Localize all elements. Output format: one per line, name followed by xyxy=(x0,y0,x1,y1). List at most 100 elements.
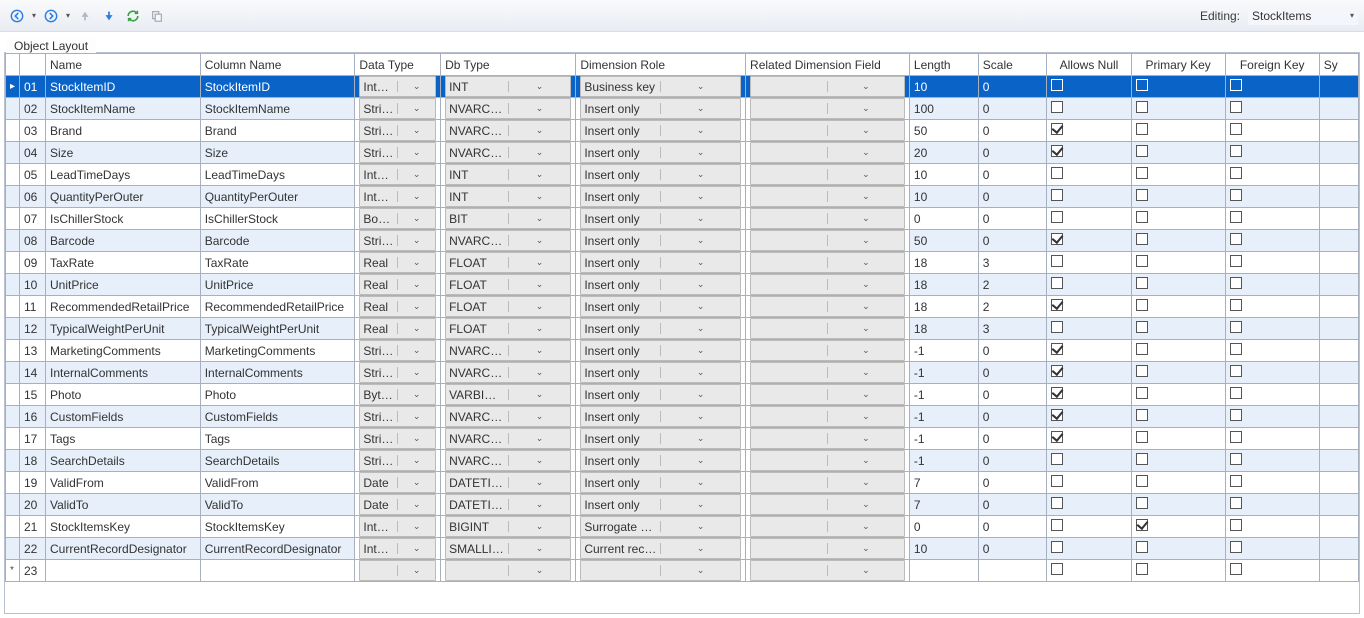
cell-sy[interactable] xyxy=(1319,186,1358,208)
cell-scale[interactable]: 0 xyxy=(978,406,1047,428)
cell-dimension-role[interactable]: Insert only⌄ xyxy=(576,142,746,164)
cell-db-type[interactable]: FLOAT⌄ xyxy=(441,296,576,318)
cell-sy[interactable] xyxy=(1319,142,1358,164)
cell-dimension-role[interactable]: Insert only⌄ xyxy=(576,230,746,252)
cell-db-type[interactable]: NVARCHAR(MAX)⌄ xyxy=(441,362,576,384)
col-related-dimension-field[interactable]: Related Dimension Field xyxy=(746,54,910,76)
cell-foreign-key[interactable] xyxy=(1225,208,1319,230)
cell-data-type[interactable]: Real⌄ xyxy=(355,318,441,340)
editing-object-dropdown[interactable]: StockItems ▾ xyxy=(1248,7,1358,25)
cell-foreign-key[interactable] xyxy=(1225,120,1319,142)
cell-foreign-key[interactable] xyxy=(1225,252,1319,274)
cell-related-dimension-field[interactable]: ⌄ xyxy=(746,494,910,516)
cell-sy[interactable] xyxy=(1319,362,1358,384)
cell-foreign-key[interactable] xyxy=(1225,274,1319,296)
cell-column-name[interactable]: UnitPrice xyxy=(200,274,355,296)
cell-related-dimension-field[interactable]: ⌄ xyxy=(746,296,910,318)
cell-primary-key[interactable] xyxy=(1131,120,1225,142)
cell-name[interactable]: MarketingComments xyxy=(46,340,201,362)
cell-dimension-role[interactable]: Insert only⌄ xyxy=(576,340,746,362)
cell-dimension-role[interactable]: Insert only⌄ xyxy=(576,472,746,494)
cell-data-type[interactable]: Integer⌄ xyxy=(355,516,441,538)
cell-allows-null[interactable] xyxy=(1047,186,1131,208)
grid-container[interactable]: Name Column Name Data Type Db Type Dimen… xyxy=(5,53,1359,613)
cell-length[interactable] xyxy=(909,560,978,582)
cell-allows-null[interactable] xyxy=(1047,230,1131,252)
cell-allows-null[interactable] xyxy=(1047,538,1131,560)
cell-sy[interactable] xyxy=(1319,560,1358,582)
cell-name[interactable]: InternalComments xyxy=(46,362,201,384)
cell-foreign-key[interactable] xyxy=(1225,230,1319,252)
cell-length[interactable]: 100 xyxy=(909,98,978,120)
cell-dimension-role[interactable]: Insert only⌄ xyxy=(576,120,746,142)
cell-primary-key[interactable] xyxy=(1131,340,1225,362)
table-row[interactable]: 03BrandBrandString⌄NVARCHAR⌄Insert only⌄… xyxy=(6,120,1359,142)
cell-column-name[interactable]: StockItemsKey xyxy=(200,516,355,538)
cell-column-name[interactable]: Brand xyxy=(200,120,355,142)
cell-length[interactable]: 10 xyxy=(909,164,978,186)
cell-name[interactable]: TaxRate xyxy=(46,252,201,274)
cell-length[interactable]: 20 xyxy=(909,142,978,164)
cell-length[interactable]: 10 xyxy=(909,76,978,98)
cell-dimension-role[interactable]: Insert only⌄ xyxy=(576,450,746,472)
cell-allows-null[interactable] xyxy=(1047,318,1131,340)
col-allows-null[interactable]: Allows Null xyxy=(1047,54,1131,76)
cell-foreign-key[interactable] xyxy=(1225,560,1319,582)
cell-db-type[interactable]: INT⌄ xyxy=(441,186,576,208)
cell-scale[interactable]: 0 xyxy=(978,494,1047,516)
cell-primary-key[interactable] xyxy=(1131,472,1225,494)
cell-primary-key[interactable] xyxy=(1131,494,1225,516)
cell-foreign-key[interactable] xyxy=(1225,362,1319,384)
cell-scale[interactable]: 2 xyxy=(978,274,1047,296)
cell-dimension-role[interactable]: Insert only⌄ xyxy=(576,208,746,230)
table-row[interactable]: 16CustomFieldsCustomFieldsString⌄NVARCHA… xyxy=(6,406,1359,428)
cell-db-type[interactable]: BIT⌄ xyxy=(441,208,576,230)
table-row[interactable]: 09TaxRateTaxRateReal⌄FLOAT⌄Insert only⌄⌄… xyxy=(6,252,1359,274)
col-name[interactable]: Name xyxy=(46,54,201,76)
cell-db-type[interactable]: INT⌄ xyxy=(441,76,576,98)
cell-name[interactable]: UnitPrice xyxy=(46,274,201,296)
cell-related-dimension-field[interactable]: ⌄ xyxy=(746,362,910,384)
cell-primary-key[interactable] xyxy=(1131,560,1225,582)
nav-up-button[interactable] xyxy=(74,5,96,27)
cell-sy[interactable] xyxy=(1319,428,1358,450)
cell-related-dimension-field[interactable]: ⌄ xyxy=(746,560,910,582)
cell-db-type[interactable]: NVARCHAR⌄ xyxy=(441,120,576,142)
cell-data-type[interactable]: Date⌄ xyxy=(355,494,441,516)
cell-data-type[interactable]: Real⌄ xyxy=(355,274,441,296)
cell-scale[interactable]: 0 xyxy=(978,428,1047,450)
table-row[interactable]: ▸01StockItemIDStockItemIDInteger⌄INT⌄Bus… xyxy=(6,76,1359,98)
cell-dimension-role[interactable]: Insert only⌄ xyxy=(576,164,746,186)
cell-dimension-role[interactable]: Insert only⌄ xyxy=(576,428,746,450)
table-row[interactable]: 14InternalCommentsInternalCommentsString… xyxy=(6,362,1359,384)
table-row[interactable]: 18SearchDetailsSearchDetailsString⌄NVARC… xyxy=(6,450,1359,472)
cell-foreign-key[interactable] xyxy=(1225,164,1319,186)
cell-allows-null[interactable] xyxy=(1047,296,1131,318)
cell-name[interactable]: Brand xyxy=(46,120,201,142)
cell-name[interactable] xyxy=(46,560,201,582)
cell-name[interactable]: StockItemsKey xyxy=(46,516,201,538)
cell-column-name[interactable]: IsChillerStock xyxy=(200,208,355,230)
cell-dimension-role[interactable]: Insert only⌄ xyxy=(576,318,746,340)
cell-scale[interactable]: 0 xyxy=(978,362,1047,384)
cell-column-name[interactable]: MarketingComments xyxy=(200,340,355,362)
table-row[interactable]: 20ValidToValidToDate⌄DATETIME2⌄Insert on… xyxy=(6,494,1359,516)
cell-primary-key[interactable] xyxy=(1131,252,1225,274)
cell-allows-null[interactable] xyxy=(1047,164,1131,186)
cell-sy[interactable] xyxy=(1319,230,1358,252)
cell-related-dimension-field[interactable]: ⌄ xyxy=(746,450,910,472)
table-row[interactable]: 19ValidFromValidFromDate⌄DATETIME2⌄Inser… xyxy=(6,472,1359,494)
cell-data-type[interactable]: Integer⌄ xyxy=(355,76,441,98)
cell-data-type[interactable]: ⌄ xyxy=(355,560,441,582)
cell-dimension-role[interactable]: Insert only⌄ xyxy=(576,494,746,516)
cell-scale[interactable]: 0 xyxy=(978,186,1047,208)
col-db-type[interactable]: Db Type xyxy=(441,54,576,76)
cell-sy[interactable] xyxy=(1319,450,1358,472)
cell-sy[interactable] xyxy=(1319,538,1358,560)
col-scale[interactable]: Scale xyxy=(978,54,1047,76)
table-row[interactable]: 22CurrentRecordDesignatorCurrentRecordDe… xyxy=(6,538,1359,560)
cell-length[interactable]: 50 xyxy=(909,230,978,252)
cell-dimension-role[interactable]: Insert only⌄ xyxy=(576,252,746,274)
table-row[interactable]: 15PhotoPhotoByteArray⌄VARBINARY(MAX)⌄Ins… xyxy=(6,384,1359,406)
cell-foreign-key[interactable] xyxy=(1225,472,1319,494)
